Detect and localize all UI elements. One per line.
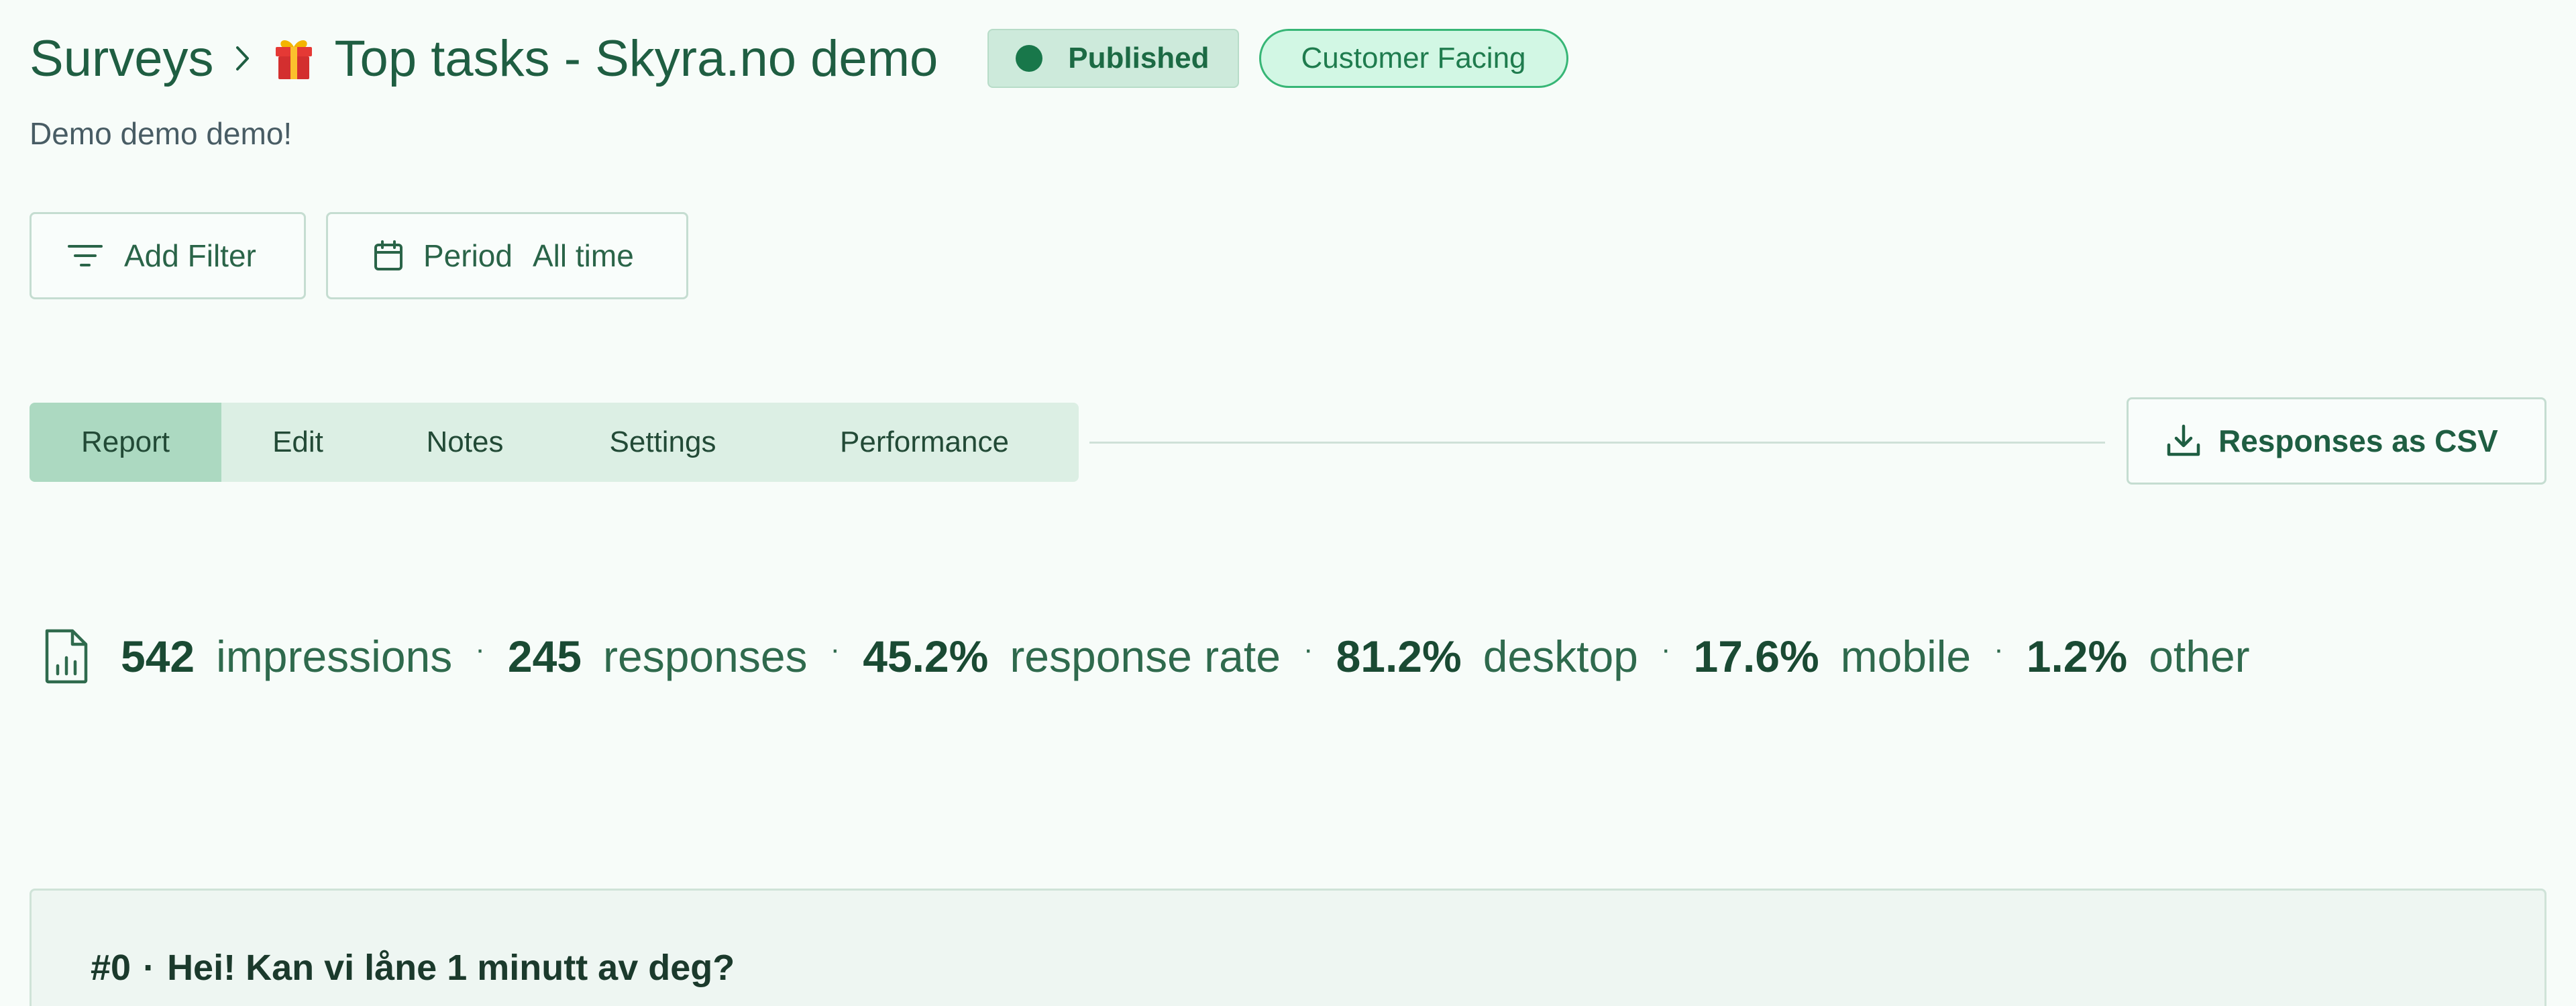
tab-bar: Report Edit Notes Settings Performance (30, 403, 1079, 482)
tab-edit[interactable]: Edit (221, 403, 374, 482)
responses-count: 245 (507, 632, 582, 681)
other-label: other (2149, 632, 2250, 681)
mobile-value: 17.6% (1693, 632, 1819, 681)
stat-separator: · (475, 633, 485, 666)
gift-icon (270, 35, 317, 82)
add-filter-button[interactable]: Add Filter (30, 212, 306, 299)
breadcrumb-surveys[interactable]: Surveys (30, 30, 214, 88)
question-card: #0 · Hei! Kan vi låne 1 minutt av deg? (30, 889, 2546, 1006)
other-value: 1.2% (2026, 632, 2128, 681)
divider (1089, 442, 2105, 444)
response-rate-value: 45.2% (863, 632, 989, 681)
question-number: #0 (91, 948, 131, 988)
desktop-value: 81.2% (1336, 632, 1462, 681)
tab-report[interactable]: Report (30, 403, 221, 482)
status-dot-icon (1016, 45, 1043, 72)
tag-badge: Customer Facing (1258, 29, 1568, 88)
mobile-label: mobile (1840, 632, 1972, 681)
question-text: Hei! Kan vi låne 1 minutt av deg? (167, 948, 735, 988)
period-value: All time (532, 238, 634, 273)
calendar-icon (374, 240, 402, 270)
responses-label: responses (603, 632, 808, 681)
survey-description: Demo demo demo! (30, 116, 292, 151)
period-label: Period (423, 238, 513, 273)
chevron-right-icon (225, 26, 261, 91)
question-separator: · (143, 948, 156, 988)
tab-notes[interactable]: Notes (374, 403, 555, 482)
question-heading: #0 · Hei! Kan vi låne 1 minutt av deg? (91, 947, 735, 989)
survey-title: Top tasks - Skyra.no demo (270, 30, 938, 88)
add-filter-label: Add Filter (124, 238, 256, 273)
stat-separator: · (830, 633, 841, 666)
stat-separator: · (1660, 633, 1671, 666)
page-header: Surveys Top tasks - Skyra.no demo Publis… (30, 26, 1568, 91)
stats-summary: 542 impressions · 245 responses · 45.2% … (43, 623, 2250, 690)
stat-separator: · (1303, 633, 1313, 666)
stat-separator: · (1994, 633, 2004, 666)
desktop-label: desktop (1483, 632, 1638, 681)
impressions-count: 542 (121, 632, 195, 681)
status-badge: Published (987, 29, 1239, 88)
tab-performance[interactable]: Performance (770, 403, 1079, 482)
status-badge-label: Published (1068, 42, 1210, 74)
report-chart-icon (45, 629, 88, 684)
export-csv-button[interactable]: Responses as CSV (2127, 397, 2546, 485)
filter-bar: Add Filter Period All time (30, 212, 688, 299)
impressions-label: impressions (216, 632, 453, 681)
response-rate-label: response rate (1010, 632, 1281, 681)
tabs-row: Report Edit Notes Settings Performance R… (30, 397, 2546, 489)
export-csv-label: Responses as CSV (2218, 423, 2498, 458)
page-title: Top tasks - Skyra.no demo (334, 30, 938, 87)
filter-icon (68, 245, 103, 266)
period-button[interactable]: Period All time (326, 212, 688, 299)
download-icon (2167, 424, 2200, 456)
tab-settings[interactable]: Settings (555, 403, 770, 482)
